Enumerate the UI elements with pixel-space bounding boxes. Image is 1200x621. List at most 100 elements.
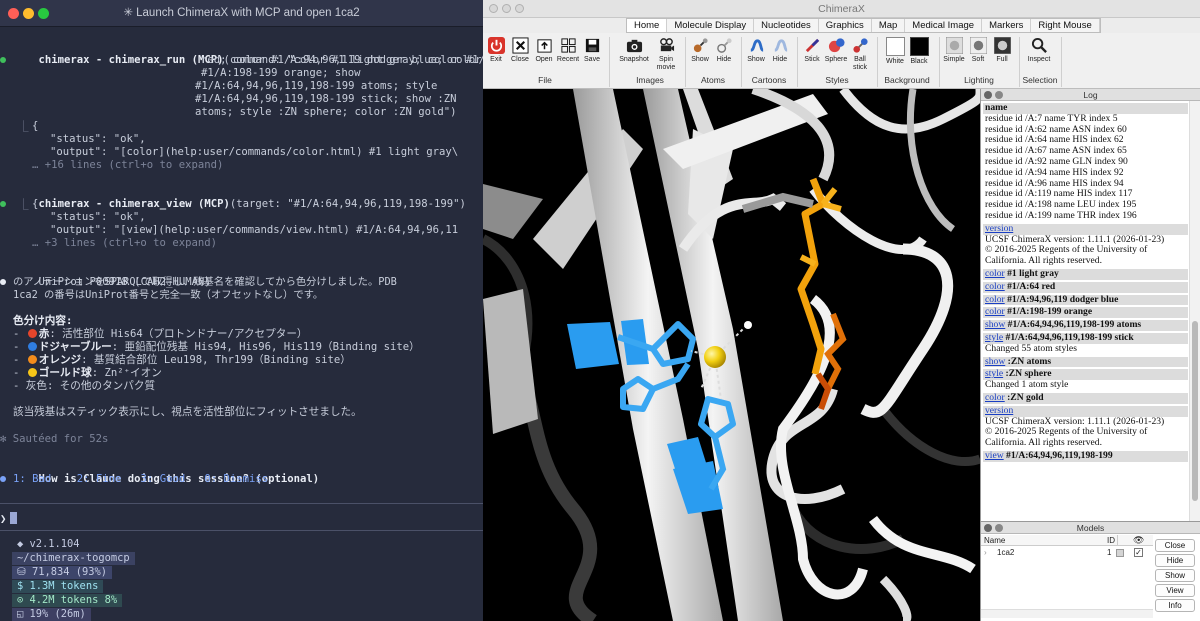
expand-hint[interactable]: … +16 lines (ctrl+o to expand) xyxy=(32,159,223,172)
command-link[interactable]: color xyxy=(985,294,1005,305)
command-args: :ZN sphere xyxy=(1003,368,1052,380)
model-close-button[interactable]: Close xyxy=(1155,539,1195,552)
legend-item-blue: - ドジャーブルー: 亜鉛配位残基 His94, His96, His119（B… xyxy=(13,341,420,353)
tab-graphics[interactable]: Graphics xyxy=(819,19,872,32)
expand-hint[interactable]: … +3 lines (ctrl+o to expand) xyxy=(32,237,217,250)
model-view-button[interactable]: View xyxy=(1155,584,1195,597)
panel-float-icon[interactable] xyxy=(995,91,1003,99)
tab-nucleotides[interactable]: Nucleotides xyxy=(754,19,819,32)
hide-atoms-button[interactable]: Hide xyxy=(711,37,737,64)
zinc-atom xyxy=(704,346,726,368)
group-divider xyxy=(1019,37,1020,87)
chimerax-title-bar: ChimeraX xyxy=(483,0,1200,18)
success-dot-icon xyxy=(0,201,6,207)
command-link[interactable]: view xyxy=(985,450,1004,461)
legend-item-orange: - オレンジ: 基質結合部位 Leu198, Thr199（Binding si… xyxy=(13,354,351,366)
group-divider xyxy=(939,37,940,87)
legend-item-red: - 赤: 活性部位 His64（プロトンドナー/アクセプター） xyxy=(13,328,308,340)
result-line: "output": "[view](help:user/commands/vie… xyxy=(50,224,459,236)
group-label-background: Background xyxy=(884,75,930,85)
terminal-title: ✳ Launch ChimeraX with MCP and open 1ca2 xyxy=(123,7,360,19)
command-args: #1/A:198-199 orange xyxy=(1004,306,1093,318)
answer-closing: 該当残基はスティック表示にし、視点を活性部位にフィットさせました。 xyxy=(13,406,362,418)
feedback-options[interactable]: 1: Bad 2: Fine 3: Good 0: Dismiss xyxy=(13,473,268,486)
disclosure-arrow-icon[interactable]: › xyxy=(984,548,987,557)
white-background-button[interactable]: White xyxy=(883,37,907,66)
tool-arg-line: red; color #1/A:94,96,119 dodger blue; c… xyxy=(201,54,482,66)
blue-circle-icon xyxy=(27,342,37,351)
model-info-button[interactable]: Info xyxy=(1155,599,1195,612)
terminal-title-bar: ✳ Launch ChimeraX with MCP and open 1ca2 xyxy=(0,0,483,27)
exit-button[interactable]: Exit xyxy=(483,37,509,64)
residue-list: residue id /A:7 name TYR index 5 residue … xyxy=(985,113,1186,222)
black-background-button[interactable]: Black xyxy=(907,37,931,66)
tool-arg-line: #1/A:64,94,96,119,198-199 atoms; style xyxy=(195,80,438,92)
command-link[interactable]: color xyxy=(985,306,1005,317)
tab-map[interactable]: Map xyxy=(872,19,906,32)
result-line: "status": "ok", xyxy=(50,211,146,223)
log-command: color #1 light gray xyxy=(983,268,1188,280)
tab-markers[interactable]: Markers xyxy=(982,19,1032,32)
model-row[interactable]: › 1ca2 1 ✓ xyxy=(981,546,1153,560)
tab-molecule-display[interactable]: Molecule Display xyxy=(667,19,755,32)
result-corner-icon: ⎿ xyxy=(18,121,29,133)
command-link[interactable]: color xyxy=(985,268,1005,279)
molecule-viewer[interactable] xyxy=(483,89,980,621)
ball-stick-button[interactable]: Ball stick xyxy=(847,37,873,71)
panel-close-icon[interactable] xyxy=(984,524,992,532)
protein-structure-render xyxy=(483,89,980,621)
prompt-line[interactable]: ❯ xyxy=(0,512,18,526)
log-output: © 2016-2025 Regents of the University of… xyxy=(985,244,1148,267)
soft-lighting-button[interactable]: Soft xyxy=(965,37,991,64)
legend-item-gold: - ゴールド球: Zn²⁺イオン xyxy=(13,367,162,379)
spin-movie-button[interactable]: Spin movie xyxy=(651,37,681,71)
hide-cartoons-button[interactable]: Hide xyxy=(767,37,793,64)
stick-button[interactable]: Stick xyxy=(799,37,825,64)
panel-float-icon[interactable] xyxy=(995,524,1003,532)
model-show-button[interactable]: Show xyxy=(1155,569,1195,582)
legend-item-gray: - 灰色: その他のタンパク質 xyxy=(13,380,156,392)
black-swatch-icon xyxy=(909,37,929,56)
prompt-separator xyxy=(0,530,483,531)
panel-close-icon[interactable] xyxy=(984,91,992,99)
show-cartoons-button[interactable]: Show xyxy=(743,37,769,64)
log-scrollbar[interactable] xyxy=(1189,101,1200,521)
log-output: Changed 1 atom style xyxy=(985,379,1069,391)
model-visible-checkbox[interactable]: ✓ xyxy=(1134,548,1143,557)
command-link[interactable]: version xyxy=(985,405,1013,416)
tab-right-mouse[interactable]: Right Mouse xyxy=(1031,19,1100,32)
command-link[interactable]: style xyxy=(985,368,1003,379)
models-hscrollbar[interactable] xyxy=(981,609,1153,618)
close-button[interactable]: Close xyxy=(507,37,533,64)
command-link[interactable]: show xyxy=(985,319,1005,330)
tab-home[interactable]: Home xyxy=(627,19,668,32)
command-link[interactable]: color xyxy=(985,281,1005,292)
tab-medical-image[interactable]: Medical Image xyxy=(905,19,983,32)
model-hide-button[interactable]: Hide xyxy=(1155,554,1195,567)
group-label-styles: Styles xyxy=(825,75,849,85)
open-button[interactable]: Open xyxy=(531,37,557,64)
command-link[interactable]: show xyxy=(985,356,1005,367)
log-command: view #1/A:64,94,96,119,198-199 xyxy=(983,450,1188,462)
sphere-button[interactable]: Sphere xyxy=(823,37,849,64)
column-id: ID xyxy=(1107,536,1115,545)
model-color-swatch[interactable] xyxy=(1116,549,1124,557)
status-version: ◆ v2.1.104 xyxy=(17,538,80,550)
residue-line: residue id /A:94 name HIS index 92 xyxy=(985,166,1124,178)
log-command: color :ZN gold xyxy=(983,392,1188,404)
recent-button[interactable]: Recent xyxy=(555,37,581,64)
save-button[interactable]: Save xyxy=(579,37,605,64)
group-divider xyxy=(797,37,798,87)
full-lighting-button[interactable]: Full xyxy=(989,37,1015,64)
answer-line: のアノテーションをSPARQLで取得し、残基名を確認してから色分けしました。PD… xyxy=(13,276,397,288)
command-link[interactable]: version xyxy=(985,223,1013,234)
command-link[interactable]: style xyxy=(985,332,1003,343)
scroll-thumb[interactable] xyxy=(1192,321,1198,501)
snapshot-button[interactable]: Snapshot xyxy=(619,37,649,64)
command-list: color #1 light gray color #1/A:64 red colo… xyxy=(983,268,1188,404)
simple-lighting-button[interactable]: Simple xyxy=(941,37,967,64)
inspect-button[interactable]: Inspect xyxy=(1025,37,1053,64)
command-link[interactable]: color xyxy=(985,392,1005,403)
group-label-images: Images xyxy=(636,75,664,85)
show-atoms-button[interactable]: Show xyxy=(687,37,713,64)
